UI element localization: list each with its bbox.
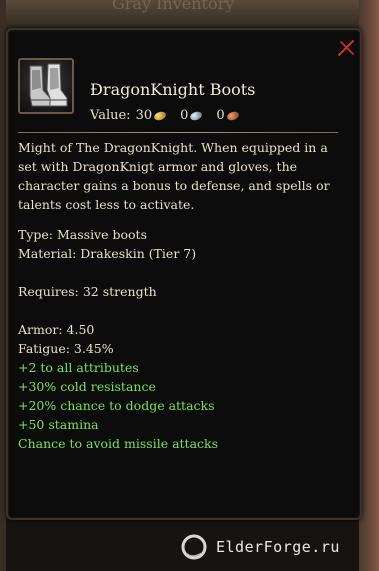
copper-coin-icon	[225, 109, 240, 122]
game-screen: Gray Inventory ĐragonKnight Boots Value:…	[0, 0, 379, 571]
gold-coin-icon	[153, 109, 168, 122]
fatigue-stat: Fatigue: 3.45%	[18, 341, 114, 356]
item-requirements: Requires: 32 strength	[18, 284, 157, 299]
boots-item-icon	[18, 58, 74, 114]
bonus-attributes: +2 to all attributes	[18, 360, 139, 375]
description-line: talents cost less to activate.	[18, 197, 195, 212]
item-description: Might of The DragonKnight. When equipped…	[18, 138, 348, 453]
background-right-edge	[359, 0, 379, 571]
armor-stat: Armor: 4.50	[18, 322, 95, 337]
background-header-text: Gray Inventory	[112, 0, 235, 13]
close-icon[interactable]	[336, 38, 356, 58]
silver-coin-icon	[189, 109, 204, 122]
item-material: Material: Drakeskin (Tier 7)	[18, 246, 197, 261]
description-line: set with DragonKnigt armor and gloves, t…	[18, 159, 298, 174]
item-name: ĐragonKnight Boots	[90, 80, 256, 99]
bonus-dodge: +20% chance to dodge attacks	[18, 398, 215, 413]
silver-amount: 0	[180, 108, 189, 123]
elderforge-logo-icon	[181, 534, 207, 560]
description-line: Might of The DragonKnight. When equipped…	[18, 140, 328, 155]
divider	[18, 132, 338, 133]
watermark: ElderForge.ru	[180, 526, 379, 568]
description-line: character gains a bonus to defense, and …	[18, 178, 330, 193]
item-type: Type: Massive boots	[18, 227, 147, 242]
bonus-missile-avoid: Chance to avoid missile attacks	[18, 436, 219, 451]
value-label: Value:	[90, 108, 131, 123]
watermark-text: ElderForge.ru	[216, 538, 340, 556]
item-tooltip: ĐragonKnight Boots Value: 30 0 0 Might o…	[6, 28, 362, 520]
bonus-stamina: +50 stamina	[18, 417, 99, 432]
item-value: Value: 30 0 0	[90, 108, 253, 123]
copper-amount: 0	[216, 108, 225, 123]
gold-amount: 30	[135, 108, 153, 123]
bonus-cold-resistance: +30% cold resistance	[18, 379, 156, 394]
